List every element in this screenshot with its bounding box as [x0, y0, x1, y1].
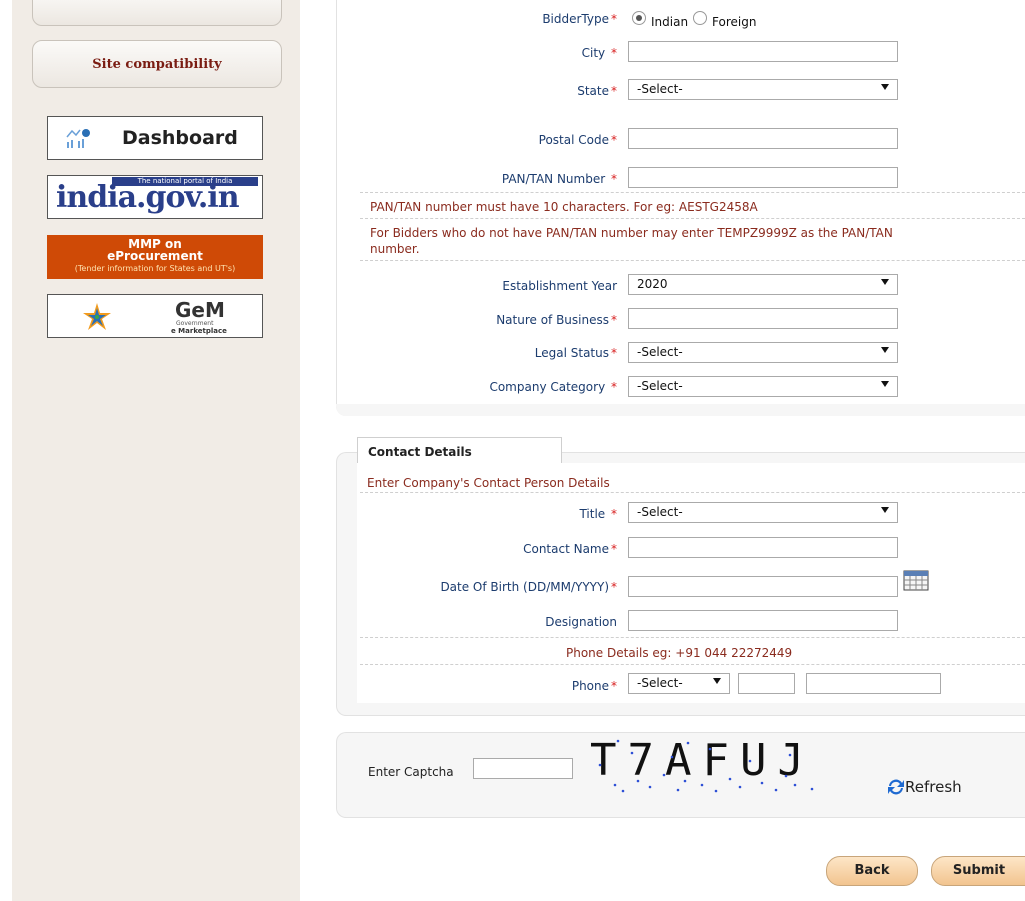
divider — [360, 492, 1025, 493]
phone-number-input[interactable] — [806, 673, 941, 694]
divider — [360, 637, 1025, 638]
india-portal-name: india.gov.in — [56, 180, 240, 215]
dashboard-link[interactable]: Dashboard — [47, 116, 263, 160]
site-compatibility-button[interactable]: Site compatibility — [32, 40, 282, 88]
contact-name-input[interactable] — [628, 537, 898, 558]
captcha-image: T7AFUJ — [590, 735, 855, 793]
refresh-label[interactable]: Refresh — [905, 778, 962, 796]
pan-tan-input[interactable] — [628, 167, 898, 188]
mmp-line3: (Tender information for States and UT's) — [74, 264, 236, 273]
refresh-icon[interactable] — [885, 778, 907, 796]
establishment-year-label: Establishment Year — [502, 279, 617, 293]
bidder-type-indian-radio[interactable] — [632, 11, 646, 25]
bidder-type-foreign-radio[interactable] — [693, 11, 707, 25]
divider — [360, 260, 1025, 261]
divider — [360, 218, 1025, 219]
phone-details-note: Phone Details eg: +91 044 22272449 — [566, 646, 793, 660]
divider — [360, 192, 1025, 193]
gem-link[interactable]: GeM Government e Marketplace — [47, 294, 263, 338]
site-compatibility-label: Site compatibility — [92, 57, 222, 72]
calendar-icon[interactable] — [903, 569, 929, 591]
dob-label: Date Of Birth (DD/MM/YYYY) * — [440, 580, 617, 594]
submit-button[interactable]: Submit — [931, 856, 1025, 886]
contact-details-heading: Contact Details — [368, 445, 472, 459]
gem-sub1: Government — [176, 320, 214, 327]
sidebar: Site compatibility Dashboard The nationa… — [12, 0, 300, 901]
panel-shadow — [336, 404, 1025, 416]
dob-input[interactable] — [628, 576, 898, 597]
contact-name-label: Contact Name * — [523, 542, 617, 556]
legal-status-label: Legal Status * — [534, 346, 617, 360]
pan-tan-note: PAN/TAN number must have 10 characters. … — [370, 200, 758, 214]
sidebar-button-top[interactable] — [32, 0, 282, 26]
gem-name: GeM — [175, 298, 225, 322]
mmp-line2: eProcurement — [107, 249, 203, 263]
back-button[interactable]: Back — [826, 856, 918, 886]
legal-status-select[interactable]: -Select- — [628, 342, 898, 363]
designation-input[interactable] — [628, 610, 898, 631]
bidder-type-indian-label: Indian — [651, 15, 689, 29]
state-select[interactable]: -Select- — [628, 79, 898, 100]
chart-icon — [66, 129, 90, 148]
nature-of-business-input[interactable] — [628, 308, 898, 329]
captcha-noise — [598, 739, 814, 793]
city-label: City * — [581, 46, 617, 60]
postal-code-input[interactable] — [628, 128, 898, 149]
designation-label: Designation — [545, 615, 617, 629]
bidder-type-foreign-label: Foreign — [712, 15, 757, 29]
title-select[interactable]: -Select- — [628, 502, 898, 523]
phone-std-code-input[interactable] — [738, 673, 795, 694]
mmp-eprocurement-link[interactable]: MMP on eProcurement (Tender information … — [47, 235, 263, 279]
india-portal-link[interactable]: The national portal of India india.gov.i… — [47, 175, 263, 219]
city-input[interactable] — [628, 41, 898, 62]
contact-subheading: Enter Company's Contact Person Details — [367, 476, 610, 490]
captcha-label: Enter Captcha — [368, 765, 454, 779]
pan-tan-note2-line1: For Bidders who do not have PAN/TAN numb… — [370, 226, 893, 240]
title-label: Title * — [579, 507, 617, 521]
pan-tan-note2-line2: number. — [370, 242, 420, 256]
phone-label: Phone * — [571, 679, 617, 693]
divider — [360, 664, 1025, 665]
contact-details-tab: Contact Details — [357, 437, 562, 464]
dashboard-label: Dashboard — [122, 127, 238, 149]
company-category-label: Company Category * — [489, 380, 617, 394]
nature-of-business-label: Nature of Business * — [496, 313, 617, 327]
company-category-select[interactable]: -Select- — [628, 376, 898, 397]
gem-star-icon — [83, 303, 111, 330]
bidder-type-label: BidderType * — [542, 12, 617, 26]
postal-code-label: Postal Code * — [538, 133, 617, 147]
gem-sub2: e Marketplace — [171, 327, 227, 335]
phone-country-code-select[interactable]: -Select- — [628, 673, 730, 694]
state-label: State * — [577, 84, 617, 98]
establishment-year-select[interactable]: 2020 — [628, 274, 898, 295]
captcha-input[interactable] — [473, 758, 573, 779]
pan-tan-label: PAN/TAN Number * — [501, 172, 617, 186]
